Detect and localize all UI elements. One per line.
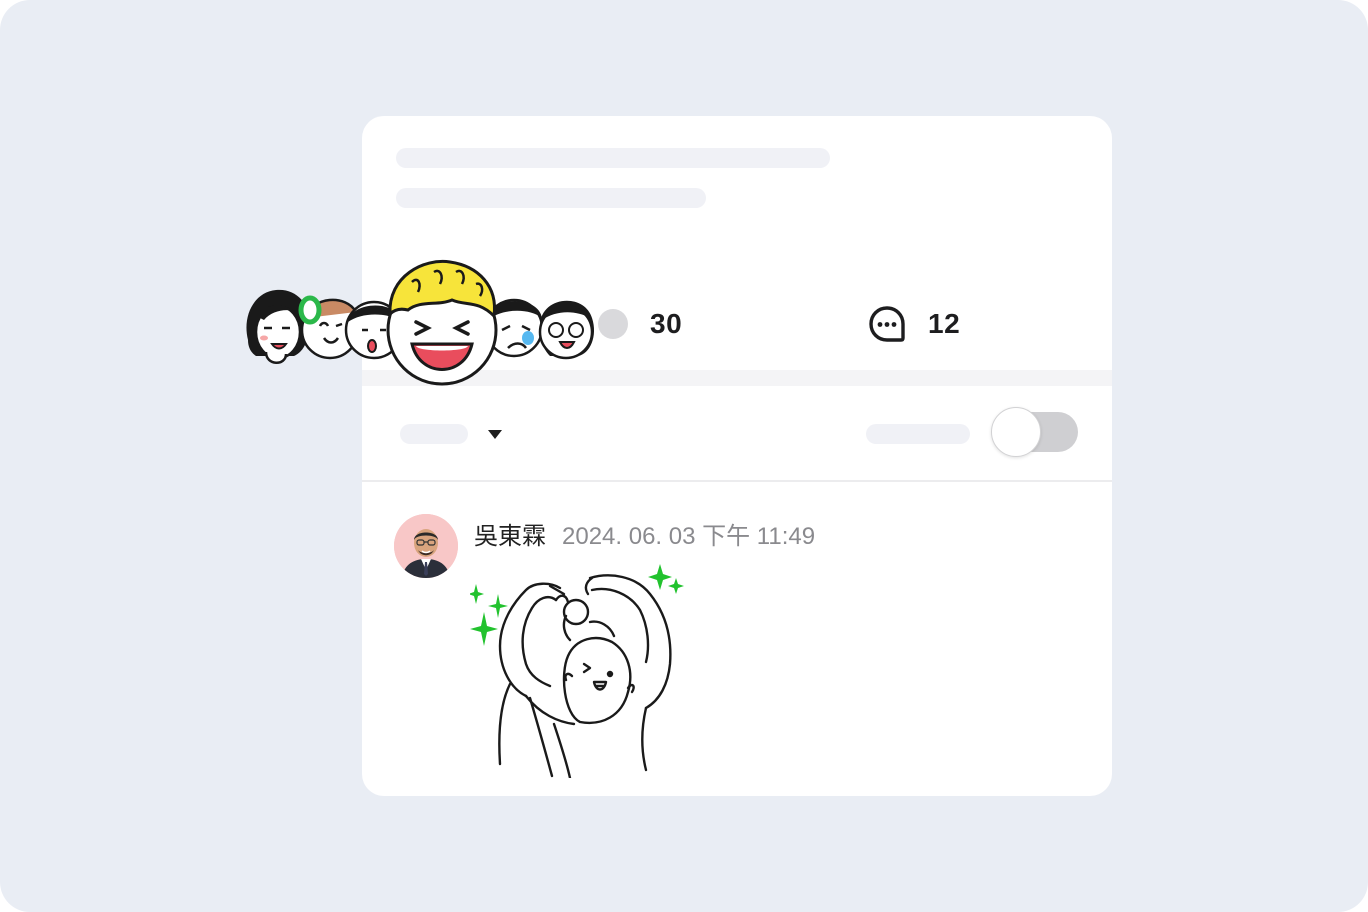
settings-toggle[interactable]	[991, 407, 1078, 457]
post-card: 30 12 吳東霖 2024. 06. 03 下午 11:49	[362, 116, 1112, 796]
sort-dropdown-caret-icon[interactable]	[488, 430, 502, 439]
comment-count: 12	[928, 308, 961, 339]
laughing-blond-face-icon	[386, 259, 498, 386]
avatar-portrait-icon	[394, 514, 458, 578]
toggle-label-skeleton	[866, 424, 970, 444]
sticker-cheering-person-icon[interactable]	[470, 564, 700, 778]
comment-bubble-icon	[869, 306, 905, 342]
reaction-count: 30	[650, 308, 683, 339]
commenter-avatar[interactable]	[394, 514, 458, 578]
reaction-avatars-group[interactable]	[238, 256, 618, 396]
sort-label-skeleton	[400, 424, 468, 444]
comment-summary[interactable]: 12	[868, 302, 960, 346]
comment-meta: 吳東霖 2024. 06. 03 下午 11:49	[474, 516, 815, 551]
background-canvas: 30 12 吳東霖 2024. 06. 03 下午 11:49	[0, 0, 1368, 912]
comment-toolbar	[362, 386, 1112, 480]
girl-face-icon	[246, 289, 310, 364]
comment-username[interactable]: 吳東霖	[474, 516, 546, 551]
glasses-face-icon	[538, 300, 595, 360]
comment-timestamp: 2024. 06. 03 下午 11:49	[562, 523, 816, 550]
toggle-knob	[991, 407, 1041, 457]
skeleton-line-title	[396, 148, 830, 168]
toolbar-divider	[362, 480, 1112, 482]
skeleton-line-subtitle	[396, 188, 706, 208]
